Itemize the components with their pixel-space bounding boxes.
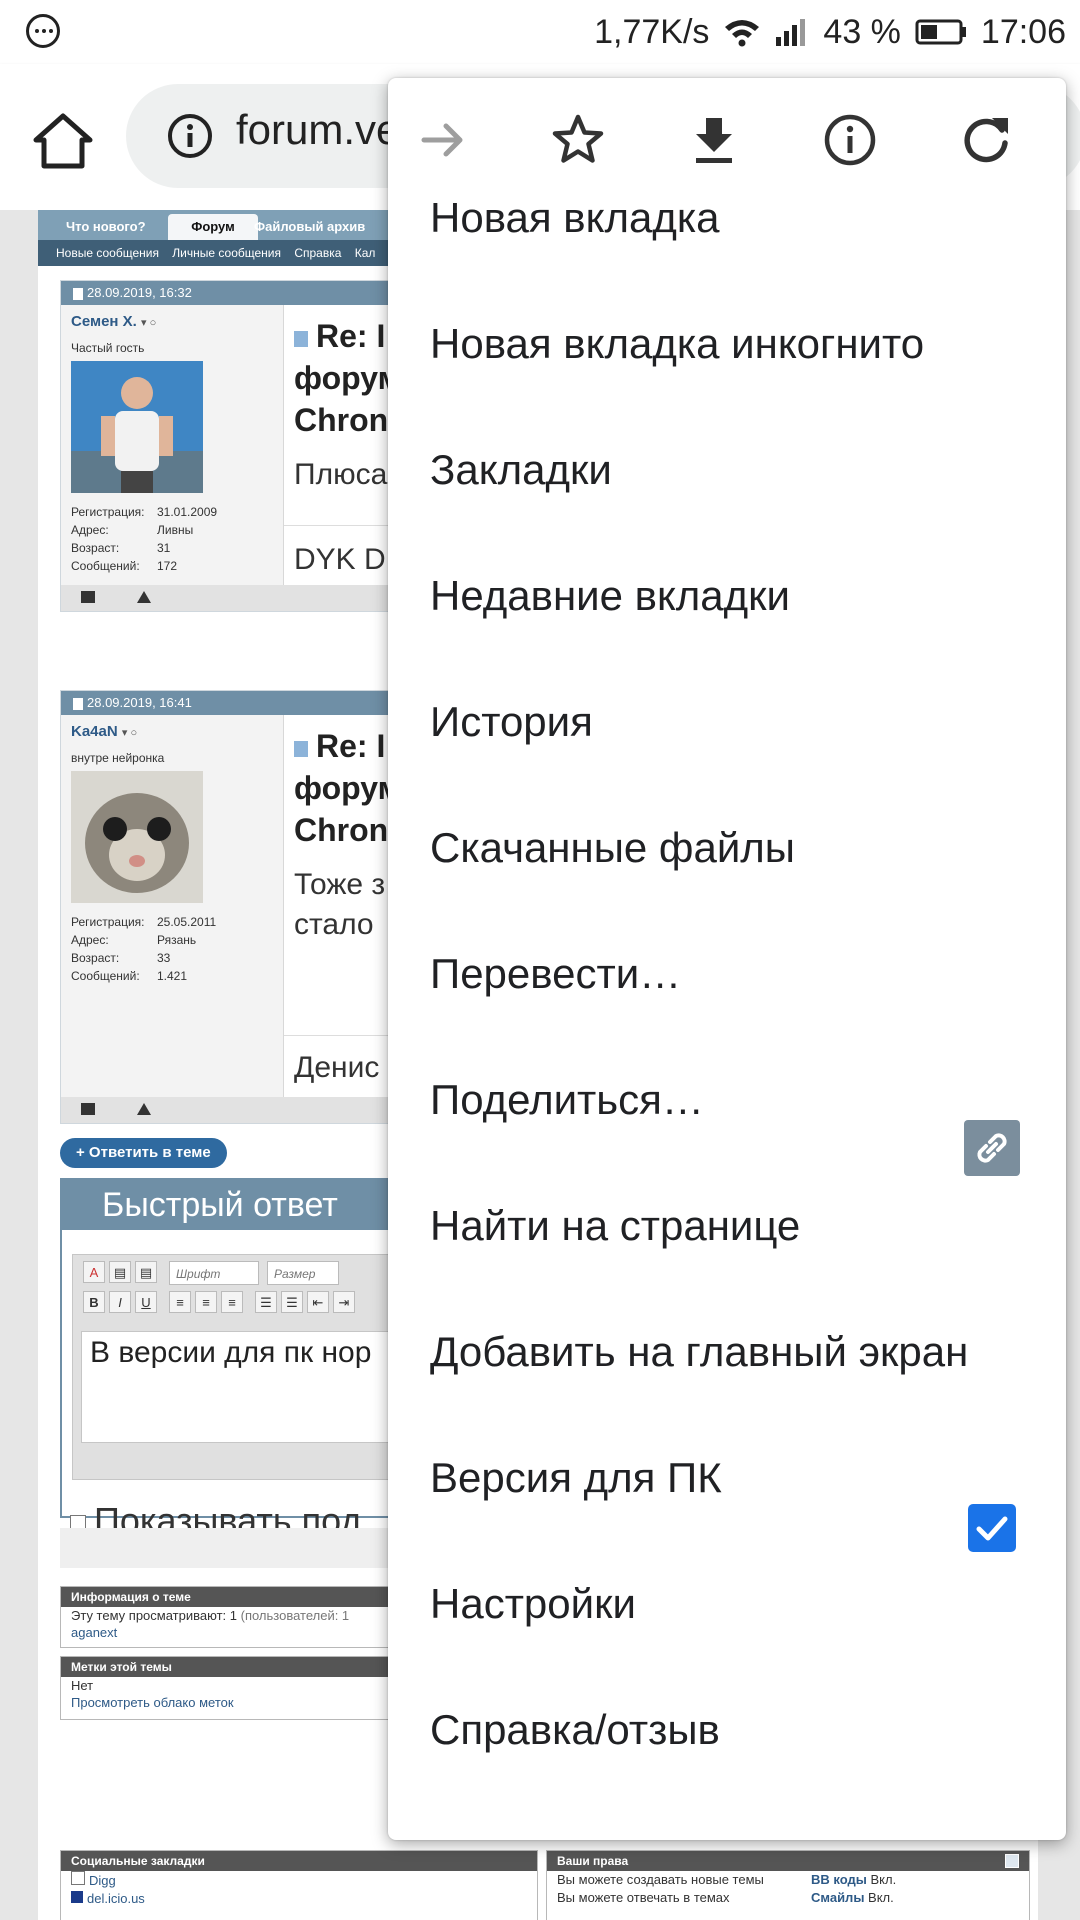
status-bar: 1,77K/s 43 % 17:06 [0, 0, 1080, 64]
download-icon[interactable] [686, 112, 742, 168]
url-text: forum.ve [236, 106, 400, 153]
outdent-icon[interactable]: ⇤ [307, 1291, 329, 1313]
rights-row: Вы можете создавать новые темы BB коды Вк… [557, 1872, 897, 1887]
network-speed: 1,77K/s [594, 12, 710, 51]
signal-icon [775, 17, 809, 47]
avatar[interactable] [71, 771, 203, 903]
social-header: Социальные закладки [61, 1851, 537, 1871]
post-username[interactable]: Ka4aN ▾ ○ [71, 723, 137, 740]
home-icon[interactable] [30, 108, 96, 174]
align-center-icon[interactable]: ≡ [195, 1291, 217, 1313]
your-rights-box: Ваши права Вы можете создавать новые тем… [546, 1850, 1030, 1920]
document-icon [73, 697, 83, 710]
battery-percent: 43 % [823, 12, 901, 51]
more-dots-icon [26, 14, 60, 48]
bold-icon[interactable]: B [83, 1291, 105, 1313]
italic-icon[interactable]: I [109, 1291, 131, 1313]
menu-downloads[interactable]: Скачанные файлы [430, 820, 1030, 876]
battery-icon [915, 18, 967, 46]
user-title: внутре нейронка [71, 751, 165, 765]
align-left-icon[interactable]: ≡ [169, 1291, 191, 1313]
post-body: Плюса [294, 458, 388, 491]
post-title: Re: I форум Chron [294, 728, 402, 848]
reload-icon[interactable] [958, 112, 1014, 168]
report-icon[interactable] [137, 591, 151, 603]
browser-overflow-menu: Новая вкладка Новая вкладка инкогнито За… [388, 78, 1066, 1840]
post-date: 28.09.2019, 16:41 [87, 695, 192, 710]
post-user-info: Семен Х. ▾ ○ Частый гость Регистрация: 31… [61, 305, 283, 585]
info-icon[interactable] [822, 112, 878, 168]
post-username[interactable]: Семен Х. ▾ ○ [71, 313, 156, 330]
unordered-list-icon[interactable]: ☰ [281, 1291, 303, 1313]
user-stats: Регистрация: 31.01.2009 Адрес: Ливны Возра… [71, 505, 218, 573]
post-date: 28.09.2019, 16:32 [87, 285, 192, 300]
quote-icon[interactable] [81, 591, 95, 603]
wifi-icon [723, 17, 761, 47]
subnav-calendar[interactable]: Кал [355, 246, 376, 260]
paste-icon[interactable]: ▤ [109, 1261, 131, 1283]
post-title: Re: I форум Chron [294, 318, 402, 438]
clock: 17:06 [980, 12, 1066, 51]
delicious-link[interactable]: del.icio.us [61, 1890, 537, 1908]
menu-share[interactable]: Поделиться… [430, 1072, 930, 1128]
menu-desktop-version[interactable]: Версия для ПК [430, 1450, 930, 1506]
indent-icon[interactable]: ⇥ [333, 1291, 355, 1313]
rights-header: Ваши права [547, 1851, 1029, 1871]
align-right-icon[interactable]: ≡ [221, 1291, 243, 1313]
tab-file-archive[interactable]: Файловый архив [244, 214, 375, 240]
menu-recent-tabs[interactable]: Недавние вкладки [430, 568, 1030, 624]
paste-text-icon[interactable]: ▤ [135, 1261, 157, 1283]
tab-whats-new[interactable]: Что нового? [56, 214, 156, 240]
menu-new-tab[interactable]: Новая вкладка [430, 190, 1030, 246]
menu-help-feedback[interactable]: Справка/отзыв [430, 1702, 1030, 1758]
forward-icon[interactable] [416, 112, 472, 168]
user-title: Частый гость [71, 341, 145, 355]
reply-in-topic-button[interactable]: + Ответить в теме [60, 1138, 227, 1168]
subnav-new-posts[interactable]: Новые сообщения [56, 246, 159, 260]
underline-icon[interactable]: U [135, 1291, 157, 1313]
menu-add-to-home-screen[interactable]: Добавить на главный экран [430, 1324, 1030, 1380]
digg-link[interactable]: Digg [61, 1871, 537, 1890]
post-body: Тоже з стало [294, 868, 386, 941]
subnav-private-messages[interactable]: Личные сообщения [172, 246, 281, 260]
avatar[interactable] [71, 361, 203, 493]
menu-settings[interactable]: Настройки [430, 1576, 1030, 1632]
site-info-icon[interactable] [166, 112, 214, 165]
size-select[interactable]: Размер [267, 1261, 339, 1285]
user-stats: Регистрация: 25.05.2011 Адрес: Рязань Возр… [71, 915, 217, 983]
quote-icon[interactable] [81, 1103, 95, 1115]
font-select[interactable]: Шрифт [169, 1261, 259, 1285]
link-icon[interactable] [964, 1120, 1020, 1176]
menu-find-in-page[interactable]: Найти на странице [430, 1198, 1030, 1254]
menu-icon-row [388, 78, 1066, 204]
bookmark-star-icon[interactable] [550, 112, 606, 168]
checkbox-checked-icon[interactable] [968, 1504, 1016, 1552]
post-user-info: Ka4aN ▾ ○ внутре нейронка Регистрация: 25… [61, 715, 283, 1097]
post-signature: Денис [294, 1051, 380, 1084]
subnav-help[interactable]: Справка [294, 246, 341, 260]
rights-row: Вы можете отвечать в темах Смайлы Вкл. [557, 1890, 894, 1905]
social-bookmarks-box: Социальные закладки Digg del.icio.us [60, 1850, 538, 1920]
report-icon[interactable] [137, 1103, 151, 1115]
menu-new-incognito-tab[interactable]: Новая вкладка инкогнито [430, 316, 1030, 372]
document-icon [73, 287, 83, 300]
menu-translate[interactable]: Перевести… [430, 946, 1030, 1002]
menu-history[interactable]: История [430, 694, 1030, 750]
menu-bookmarks[interactable]: Закладки [430, 442, 1030, 498]
post-signature: DYK D. [294, 543, 395, 576]
remove-format-icon[interactable]: A [83, 1261, 105, 1283]
collapse-icon[interactable] [1005, 1854, 1019, 1868]
ordered-list-icon[interactable]: ☰ [255, 1291, 277, 1313]
